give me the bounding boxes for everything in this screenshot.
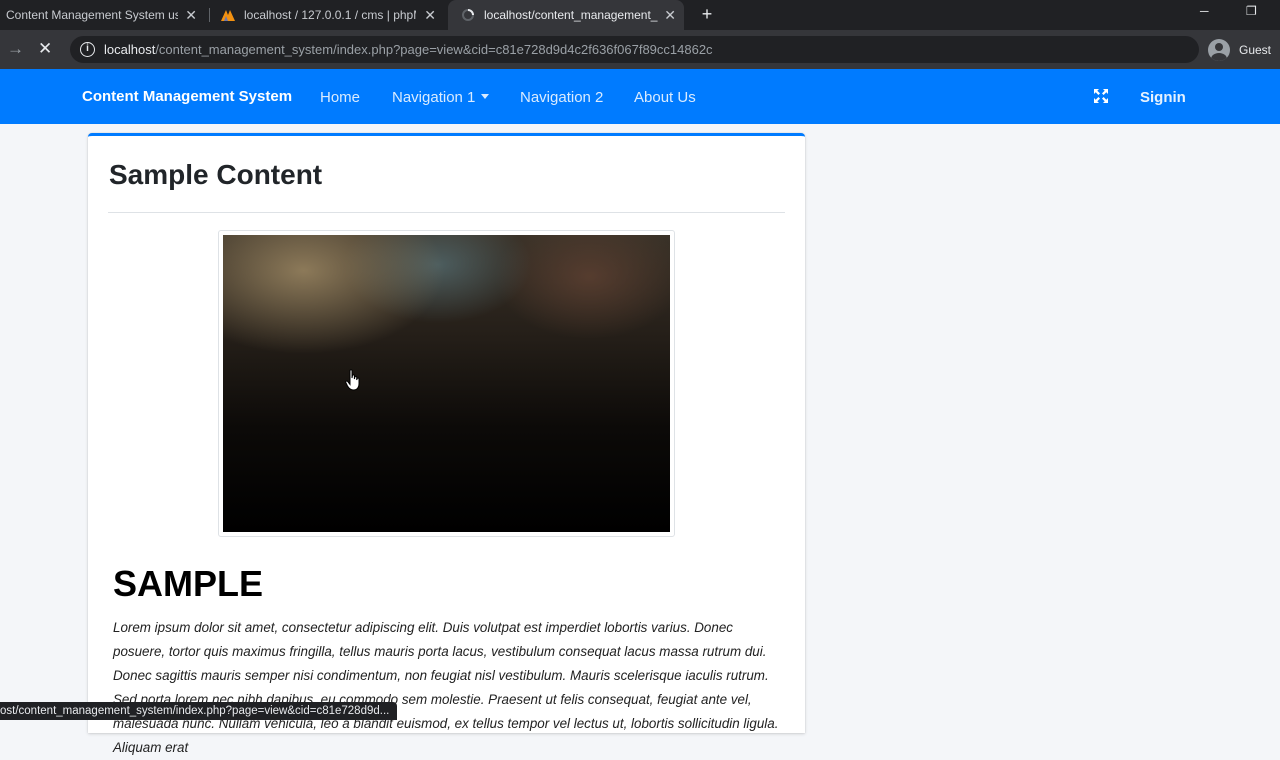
- tab-title: localhost/content_management_: [484, 8, 658, 22]
- loading-spinner-icon: [462, 9, 474, 21]
- minimize-icon[interactable]: ─: [1200, 4, 1209, 18]
- phpmyadmin-icon: [221, 10, 235, 21]
- close-icon[interactable]: ✕: [664, 7, 676, 23]
- nav-navigation-2[interactable]: Navigation 2: [520, 89, 603, 106]
- hand-cursor-icon: [345, 369, 360, 391]
- close-icon[interactable]: ✕: [185, 7, 197, 23]
- close-icon[interactable]: ✕: [424, 7, 436, 23]
- nav-home[interactable]: Home: [320, 89, 360, 106]
- url-text[interactable]: localhost/content_management_system/inde…: [104, 42, 713, 57]
- browser-tab-strip: Content Management System us ✕ localhost…: [0, 0, 1280, 30]
- browser-toolbar: → ✕ i localhost/content_management_syste…: [0, 30, 1280, 69]
- signin-link[interactable]: Signin: [1140, 89, 1186, 106]
- tab-title: Content Management System us: [6, 8, 178, 22]
- content-image-frame: [218, 230, 675, 537]
- brand-link[interactable]: Content Management System: [82, 88, 292, 105]
- tab-localhost-active[interactable]: localhost/content_management_ ✕: [448, 0, 684, 30]
- content-card: Sample Content SAMPLE Lorem ipsum dolor …: [88, 133, 805, 755]
- address-bar[interactable]: i localhost/content_management_system/in…: [70, 36, 1199, 63]
- url-host: localhost: [104, 42, 156, 57]
- tab-title: localhost / 127.0.0.1 / cms | phpM: [244, 8, 416, 22]
- tab-phpmyadmin[interactable]: localhost / 127.0.0.1 / cms | phpM ✕: [212, 0, 444, 30]
- nav-navigation-1[interactable]: Navigation 1: [392, 89, 490, 106]
- divider: [108, 212, 785, 213]
- tab-cms[interactable]: Content Management System us ✕: [0, 0, 205, 30]
- status-url-bubble: ost/content_management_system/index.php?…: [0, 702, 398, 720]
- new-tab-button[interactable]: +: [697, 4, 717, 24]
- content-body: Lorem ipsum dolor sit amet, consectetur …: [113, 620, 779, 755]
- tab-separator: [209, 8, 210, 22]
- restore-icon[interactable]: ❐: [1246, 4, 1257, 18]
- nav-about-us[interactable]: About Us: [634, 89, 696, 106]
- stop-loading-icon[interactable]: ✕: [38, 39, 52, 59]
- page-title: Sample Content: [109, 159, 323, 190]
- forward-icon[interactable]: →: [7, 39, 24, 59]
- profile-button[interactable]: Guest: [1208, 39, 1271, 61]
- site-info-icon[interactable]: i: [80, 42, 95, 57]
- content-image[interactable]: [223, 235, 670, 532]
- avatar: [1208, 39, 1230, 61]
- fullscreen-icon[interactable]: [1094, 89, 1108, 103]
- caret-down-icon: [481, 94, 490, 99]
- site-navbar: Content Management System Home Navigatio…: [0, 69, 1280, 124]
- nav-navigation-1-label: Navigation 1: [392, 89, 476, 106]
- url-path: /content_management_system/index.php?pag…: [155, 42, 713, 57]
- profile-label: Guest: [1239, 43, 1272, 57]
- content-heading: SAMPLE: [113, 563, 264, 604]
